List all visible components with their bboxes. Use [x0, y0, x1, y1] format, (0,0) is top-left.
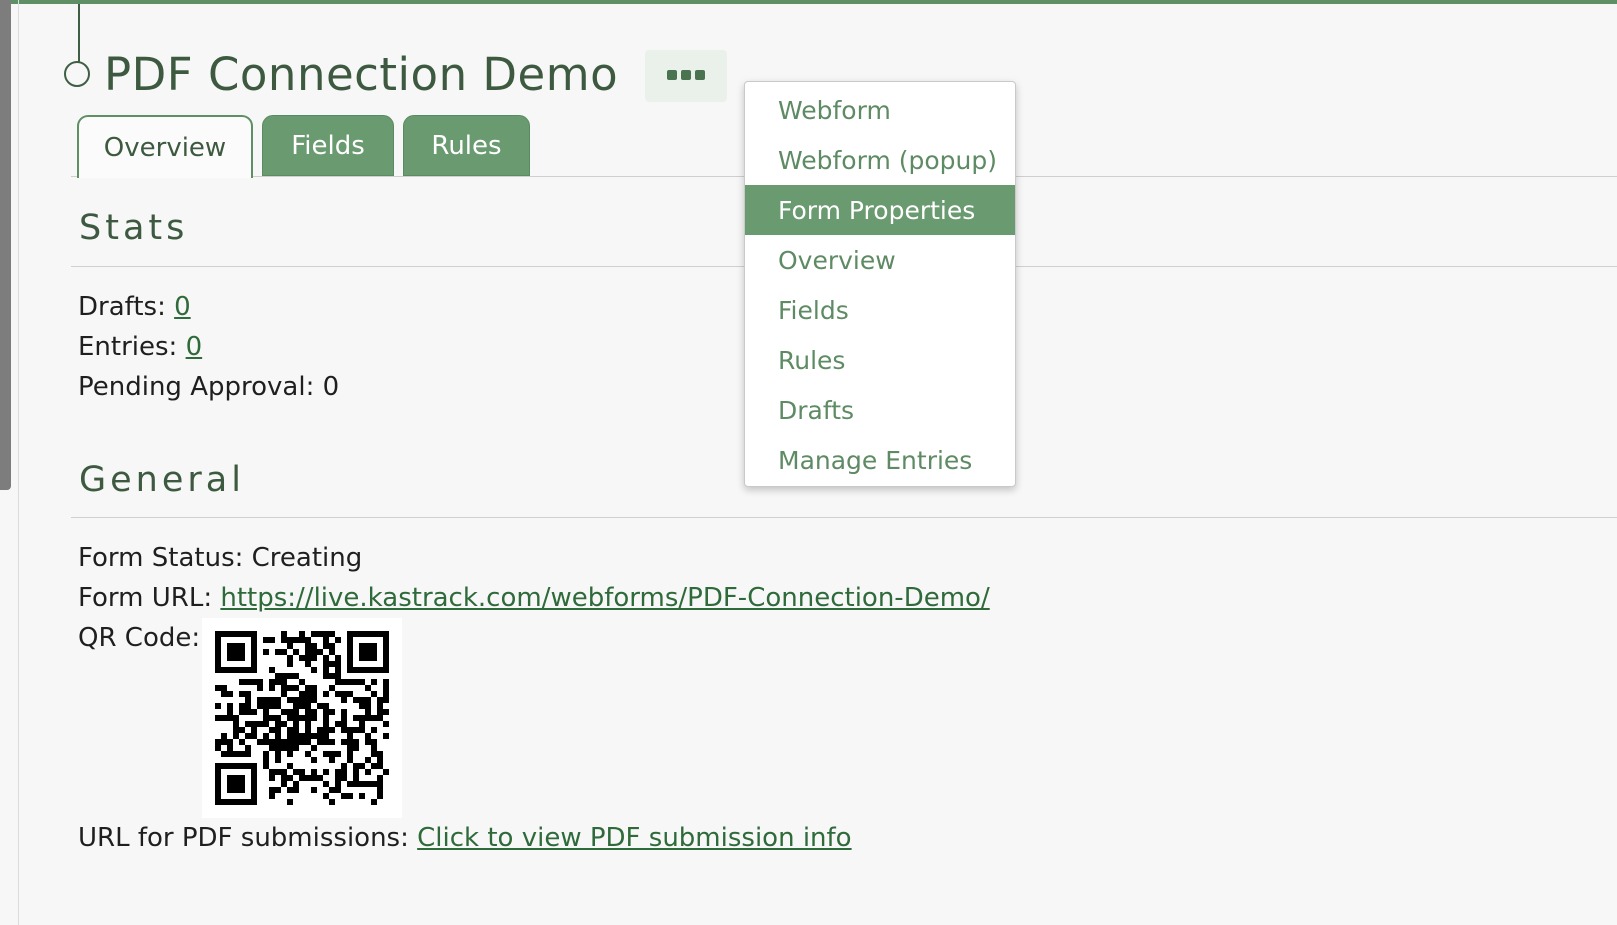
pending-row: Pending Approval: 0 [78, 372, 339, 402]
form-status-value: Creating [251, 543, 363, 573]
pdf-submissions-label: URL for PDF submissions: [78, 823, 409, 853]
form-url-row: Form URL: https://live.kastrack.com/webf… [78, 583, 990, 613]
menu-item-drafts[interactable]: Drafts [745, 385, 1015, 435]
tree-connector-line [78, 4, 80, 64]
menu-item-overview[interactable]: Overview [745, 235, 1015, 285]
pending-label: Pending Approval: [78, 372, 315, 402]
left-divider [18, 0, 19, 925]
tab-fields[interactable]: Fields [262, 115, 394, 176]
qr-code-graphic [215, 631, 389, 805]
tree-node-icon [64, 61, 90, 87]
tab-overview[interactable]: Overview [77, 115, 253, 178]
entries-label: Entries: [78, 332, 178, 362]
general-divider [71, 517, 1617, 518]
form-status-row: Form Status: Creating [78, 543, 362, 573]
pending-count: 0 [322, 372, 340, 402]
form-url-link[interactable]: https://live.kastrack.com/webforms/PDF-C… [220, 583, 989, 613]
entries-count-link[interactable]: 0 [186, 332, 203, 362]
page-title: PDF Connection Demo [104, 48, 619, 101]
tab-rules[interactable]: Rules [403, 115, 530, 176]
drafts-count-link[interactable]: 0 [174, 292, 191, 322]
left-scrollbar[interactable] [0, 0, 11, 490]
menu-item-webform[interactable]: Webform [745, 85, 1015, 135]
menu-item-fields[interactable]: Fields [745, 285, 1015, 335]
pdf-submissions-link[interactable]: Click to view PDF submission info [417, 823, 851, 853]
more-options-button[interactable] [645, 50, 727, 102]
qr-code-image [202, 618, 402, 818]
form-url-label: Form URL: [78, 583, 213, 613]
qr-label: QR Code: [78, 623, 201, 653]
form-status-label: Form Status: [78, 543, 244, 573]
stats-heading: Stats [79, 208, 189, 248]
drafts-row: Drafts: 0 [78, 292, 191, 322]
menu-item-form-properties[interactable]: Form Properties [745, 185, 1015, 235]
menu-item-webform-popup[interactable]: Webform (popup) [745, 135, 1015, 185]
top-accent-border [0, 0, 1617, 4]
general-heading: General [79, 460, 245, 500]
options-dropdown-menu: Webform Webform (popup) Form Properties … [744, 81, 1016, 487]
menu-item-rules[interactable]: Rules [745, 335, 1015, 385]
pdf-submissions-row: URL for PDF submissions: Click to view P… [78, 823, 852, 853]
menu-item-manage-entries[interactable]: Manage Entries [745, 435, 1015, 485]
entries-row: Entries: 0 [78, 332, 202, 362]
drafts-label: Drafts: [78, 292, 166, 322]
